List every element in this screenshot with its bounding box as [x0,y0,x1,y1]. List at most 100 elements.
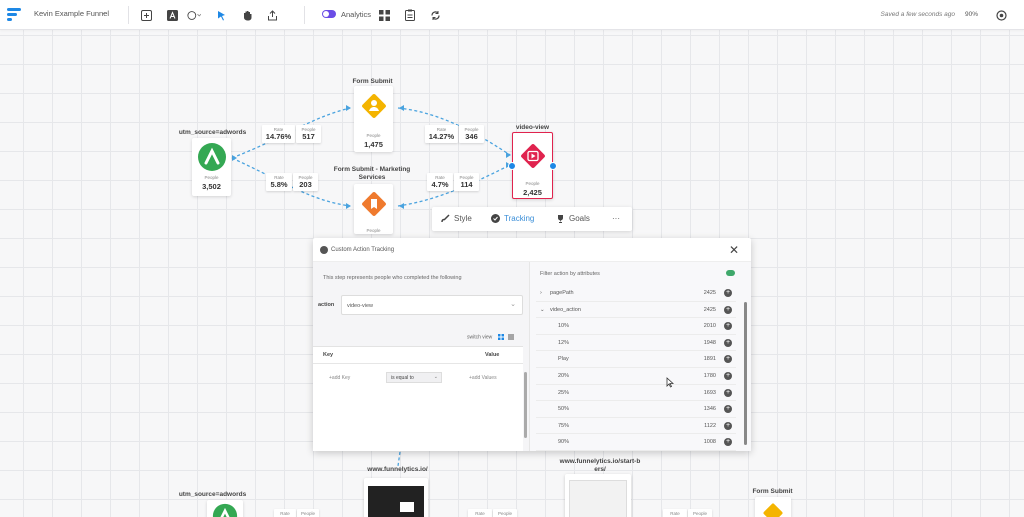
add-values-input[interactable]: +add Values [469,375,497,381]
attribute-name: video_action [550,306,581,313]
add-filter-icon[interactable]: + [724,305,732,314]
attribute-row[interactable]: 20% 1780 + [536,368,736,385]
funnelytics-logo-icon[interactable] [6,6,24,24]
clipboard-icon[interactable] [403,8,417,22]
add-filter-icon[interactable]: + [724,388,732,397]
attribute-name: pagePath [550,290,574,296]
funnel-node-form-submit-marketing[interactable]: People [354,184,393,234]
key-value-table: Key Value +add Key is equal to ⌄ +add Val… [313,346,523,451]
action-config-pane: This step represents people who complete… [313,262,530,451]
analytics-toggle[interactable] [322,10,336,18]
stat-people: People [493,509,517,517]
add-filter-icon[interactable]: + [724,372,732,380]
add-filter-icon[interactable]: + [724,405,732,414]
stat-rate: Rate 5.8% [266,173,292,191]
action-select[interactable]: video-view ⌄ [341,295,523,315]
people-label: People [525,181,540,186]
add-filter-icon[interactable]: + [724,322,732,331]
analytics-label[interactable]: Analytics [341,10,371,19]
scrollbar[interactable] [524,372,527,438]
funnel-name[interactable]: Kevin Example Funnel [34,9,109,18]
add-step-icon[interactable] [139,8,153,22]
connector-handle-right[interactable] [549,162,557,170]
node-label-adwords: utm_source=adwords [178,491,247,498]
attribute-count: 2010 [703,323,716,330]
page-thumbnail[interactable] [565,474,631,517]
chevron-down-icon: ⌄ [510,301,516,308]
list-view-icon [508,334,515,340]
connector-handle-left[interactable] [508,162,516,170]
add-filter-icon[interactable]: + [724,438,732,447]
add-filter-icon[interactable]: + [724,338,732,347]
grid-view-icon [497,334,504,340]
adwords-icon [197,143,226,171]
attribute-row[interactable]: 25% 1693 + [536,385,736,402]
people-label: People [366,228,381,233]
funnel-node-video-view[interactable]: People 2,425 [512,132,553,199]
chevron-down-icon[interactable]: ⌄ [100,7,107,16]
grid-apps-icon[interactable] [377,8,391,22]
operator-select[interactable]: is equal to ⌄ [386,372,442,383]
people-count: 2,425 [523,188,542,197]
share-export-icon[interactable] [265,8,279,22]
sync-icon[interactable] [428,8,442,22]
attribute-row[interactable]: › pagePath 2425 + [536,285,736,302]
chevron-right-icon[interactable]: › [540,290,542,296]
tab-style[interactable]: Style [441,214,472,223]
stat-people: People 346 [459,125,484,143]
close-icon[interactable]: ✕ [729,244,739,256]
add-key-input[interactable]: +add Key [329,375,350,381]
page-thumbnail[interactable] [364,478,428,517]
people-label: People [366,133,381,138]
zoom-level[interactable]: 90% [965,11,978,18]
more-options-icon[interactable]: ··· [612,214,620,223]
tab-goals[interactable]: Goals [556,214,590,223]
attribute-row[interactable]: 10% 2010 + [536,318,736,335]
form-icon [361,192,386,216]
funnel-node-form-submit[interactable]: People 1,475 [354,86,393,152]
switch-view-button[interactable]: switch view [467,334,515,340]
person-form-icon [361,94,386,118]
filter-toggle[interactable] [726,270,735,276]
attribute-name: Play [558,356,569,363]
save-status: Saved a few seconds ago [880,11,955,18]
stat-rate: Rate [468,509,492,517]
funnel-node-adwords[interactable] [207,500,243,517]
funnel-node-form-submit[interactable] [755,497,791,517]
funnel-node-adwords[interactable]: People 3,502 [192,138,231,196]
stat-rate: Rate 14.76% [262,125,295,143]
text-tool-icon[interactable] [165,8,179,22]
chevron-down-icon[interactable]: ⌄ [540,307,545,313]
filter-label: Filter action by attributes [540,271,600,277]
attribute-row[interactable]: ⌄ video_action 2425 + [536,302,736,319]
add-filter-icon[interactable]: + [724,421,732,430]
attribute-count: 1008 [703,439,716,446]
attribute-name: 12% [558,339,570,346]
people-label: People [204,175,219,180]
step-settings-tabs: Style Tracking Goals ··· [432,207,632,231]
shape-tool-icon[interactable] [187,8,201,22]
attribute-row[interactable]: 75% 1122 + [536,418,736,435]
attribute-name: 25% [558,389,570,396]
settings-icon[interactable] [994,8,1008,22]
attribute-row[interactable]: 50% 1346 + [536,401,736,418]
attribute-count: 1948 [703,339,716,346]
pan-hand-icon[interactable] [240,8,254,22]
video-play-icon [520,144,545,168]
add-filter-icon[interactable]: + [724,289,732,297]
stat-people: People 114 [454,173,479,191]
page-preview-image [569,480,627,517]
pointer-tool-icon[interactable] [215,8,229,22]
attribute-row[interactable]: Play 1891 + [536,351,736,368]
attribute-row[interactable]: 12% 1948 + [536,335,736,352]
page-preview-image [368,486,424,517]
toolbar-divider [304,6,305,24]
attribute-name: 10% [558,323,570,330]
step-description: This step represents people who complete… [323,275,462,281]
people-count: 3,502 [202,182,221,191]
add-filter-icon[interactable]: + [724,355,732,364]
attribute-row[interactable]: 90% 1008 + [536,434,736,451]
scrollbar[interactable] [744,302,747,445]
modal-header: Custom Action Tracking ✕ [313,238,751,262]
tab-tracking[interactable]: Tracking [491,214,534,223]
